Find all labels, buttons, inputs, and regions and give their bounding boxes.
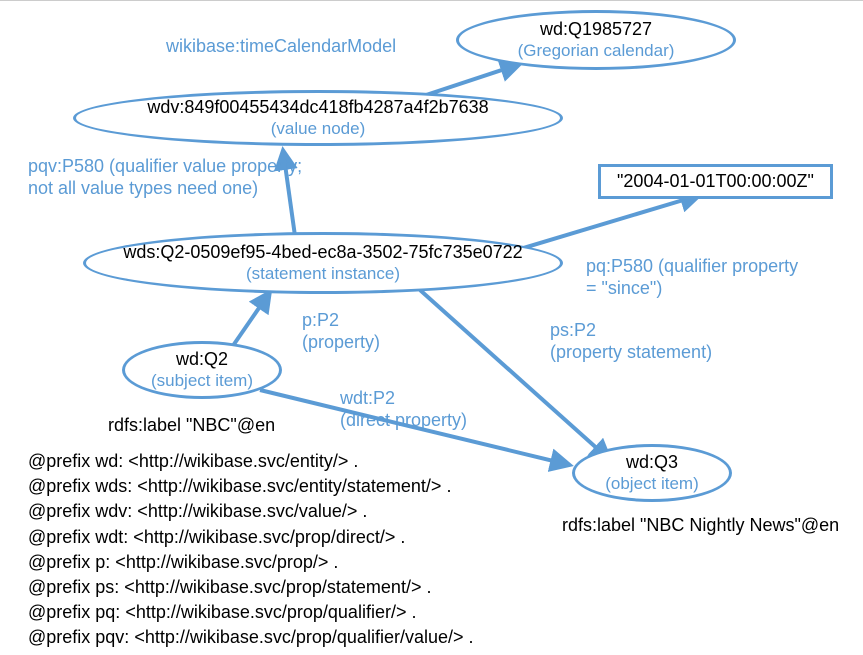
edge-label-wdt: wdt:P2 (direct property) (340, 388, 467, 431)
node-title: wds:Q2-0509ef95-4bed-ec8a-3502-75fc735e0… (123, 242, 522, 264)
edge-text-line1: p:P2 (302, 310, 380, 332)
edge-label-pqv: pqv:P580 (qualifier value property; not … (28, 156, 302, 199)
edge-text-line2: not all value types need one) (28, 178, 302, 200)
node-subject-item: wd:Q2 (subject item) (122, 341, 282, 399)
node-title: wdv:849f00455434dc418fb4287a4f2b7638 (147, 97, 488, 119)
edge-text-line1: ps:P2 (550, 320, 712, 342)
node-title: wd:Q2 (176, 349, 228, 371)
edge-text: wikibase:timeCalendarModel (166, 36, 396, 56)
node-subtitle: (object item) (605, 474, 699, 494)
node-subtitle: (value node) (271, 119, 366, 139)
top-separator (0, 0, 863, 1)
prefix-declarations: @prefix wd: <http://wikibase.svc/entity/… (28, 449, 474, 651)
edge-label-pq: pq:P580 (qualifier property = "since") (586, 256, 798, 299)
node-title: wd:Q3 (626, 452, 678, 474)
edge-label-ps: ps:P2 (property statement) (550, 320, 712, 363)
subject-rdfs-label: rdfs:label "NBC"@en (108, 413, 275, 437)
object-rdfs-label: rdfs:label "NBC Nightly News"@en (562, 513, 839, 537)
node-value-node: wdv:849f00455434dc418fb4287a4f2b7638 (va… (73, 90, 563, 146)
node-object-item: wd:Q3 (object item) (572, 444, 732, 502)
edge-text-line1: wdt:P2 (340, 388, 467, 410)
edge-text-line2: (direct property) (340, 410, 467, 432)
edge-text-line2: (property statement) (550, 342, 712, 364)
node-subtitle: (statement instance) (246, 264, 400, 284)
node-statement-instance: wds:Q2-0509ef95-4bed-ec8a-3502-75fc735e0… (83, 232, 563, 294)
edge-text-line2: (property) (302, 332, 380, 354)
node-literal: "2004-01-01T00:00:00Z" (598, 164, 833, 199)
node-gregorian-calendar: wd:Q1985727 (Gregorian calendar) (456, 10, 736, 70)
edge-label-p: p:P2 (property) (302, 310, 380, 353)
edge-text-line1: pqv:P580 (qualifier value property; (28, 156, 302, 178)
edge-text-line2: = "since") (586, 278, 798, 300)
edge-text-line1: pq:P580 (qualifier property (586, 256, 798, 278)
node-title: wd:Q1985727 (540, 19, 652, 41)
node-subtitle: (subject item) (151, 371, 253, 391)
edge-label-time-calendar-model: wikibase:timeCalendarModel (166, 36, 396, 58)
node-subtitle: (Gregorian calendar) (518, 41, 675, 61)
node-title: "2004-01-01T00:00:00Z" (617, 171, 814, 193)
